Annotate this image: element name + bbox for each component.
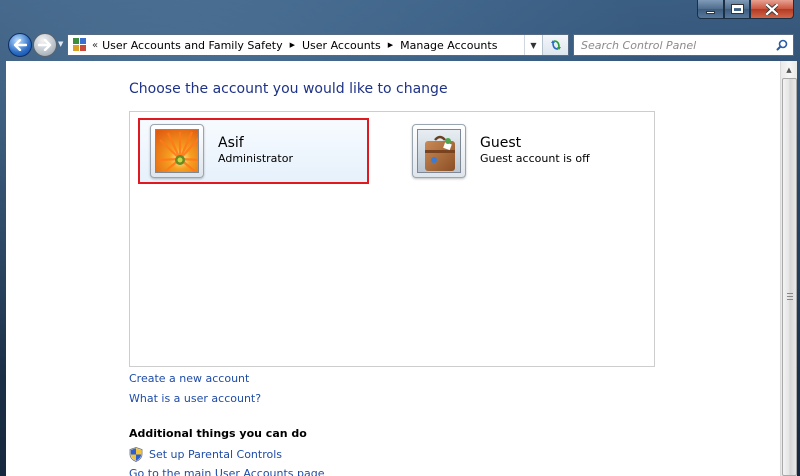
- avatar-frame: [412, 124, 466, 178]
- account-tile-guest[interactable]: Guest Guest account is off: [410, 118, 650, 184]
- account-tile-asif[interactable]: Asif Administrator: [138, 118, 369, 184]
- navigation-bar: ▼ « User Accounts and Family Safety ▶ Us…: [0, 29, 800, 59]
- account-type: Administrator: [218, 152, 293, 165]
- maximize-button[interactable]: [724, 0, 750, 19]
- scroll-grip-icon: [787, 293, 793, 300]
- account-info: Asif Administrator: [218, 135, 293, 165]
- page-title: Choose the account you would like to cha…: [129, 81, 448, 97]
- scroll-thumb[interactable]: [782, 78, 797, 476]
- search-icon: [776, 39, 788, 51]
- account-status: Guest account is off: [480, 152, 590, 165]
- content-pane: Choose the account you would like to cha…: [6, 61, 780, 476]
- search-input[interactable]: [574, 36, 771, 54]
- refresh-button[interactable]: [542, 35, 568, 55]
- uac-shield-icon: [129, 447, 143, 462]
- suitcase-avatar: [417, 129, 461, 173]
- close-button[interactable]: [750, 0, 794, 19]
- parental-controls-row: Set up Parental Controls: [129, 447, 282, 462]
- breadcrumb-overflow-icon[interactable]: «: [92, 40, 98, 51]
- vertical-scrollbar[interactable]: ▲: [780, 61, 797, 476]
- create-account-link[interactable]: Create a new account: [129, 372, 249, 385]
- orange-flower-avatar: [155, 129, 199, 173]
- minimize-icon: [706, 10, 715, 14]
- close-icon: [766, 3, 778, 15]
- search-box: [573, 34, 794, 56]
- additional-tasks-heading: Additional things you can do: [129, 427, 307, 440]
- forward-button[interactable]: [33, 33, 57, 57]
- address-dropdown-button[interactable]: ▼: [524, 35, 542, 55]
- breadcrumb-user-accounts-family-safety[interactable]: User Accounts and Family Safety: [102, 39, 282, 52]
- search-button[interactable]: [771, 35, 793, 55]
- avatar-frame: [150, 124, 204, 178]
- forward-arrow-icon: [38, 39, 52, 51]
- refresh-icon: [550, 40, 561, 50]
- control-panel-icon: [72, 37, 88, 53]
- maximize-icon: [731, 5, 743, 13]
- back-button[interactable]: [8, 33, 32, 57]
- scroll-up-button[interactable]: ▲: [781, 61, 797, 78]
- back-arrow-icon: [13, 39, 27, 51]
- account-name: Guest: [480, 135, 522, 151]
- caption-buttons: [697, 0, 794, 20]
- account-info: Guest Guest account is off: [480, 135, 590, 165]
- account-name: Asif: [218, 135, 244, 151]
- breadcrumb-manage-accounts[interactable]: Manage Accounts: [400, 39, 497, 52]
- breadcrumb-user-accounts[interactable]: User Accounts: [302, 39, 381, 52]
- parental-controls-link[interactable]: Set up Parental Controls: [149, 448, 282, 461]
- minimize-button[interactable]: [697, 0, 724, 19]
- recent-pages-dropdown[interactable]: ▼: [58, 40, 66, 50]
- control-panel-window: ▼ « User Accounts and Family Safety ▶ Us…: [0, 0, 800, 476]
- breadcrumb-separator-icon[interactable]: ▶: [290, 41, 295, 49]
- address-bar[interactable]: « User Accounts and Family Safety ▶ User…: [67, 34, 569, 56]
- breadcrumb-separator-icon[interactable]: ▶: [388, 41, 393, 49]
- main-user-accounts-link[interactable]: Go to the main User Accounts page: [129, 467, 325, 476]
- accounts-list: Asif Administrator Guest Guest account i…: [129, 111, 655, 367]
- what-is-user-account-link[interactable]: What is a user account?: [129, 392, 261, 405]
